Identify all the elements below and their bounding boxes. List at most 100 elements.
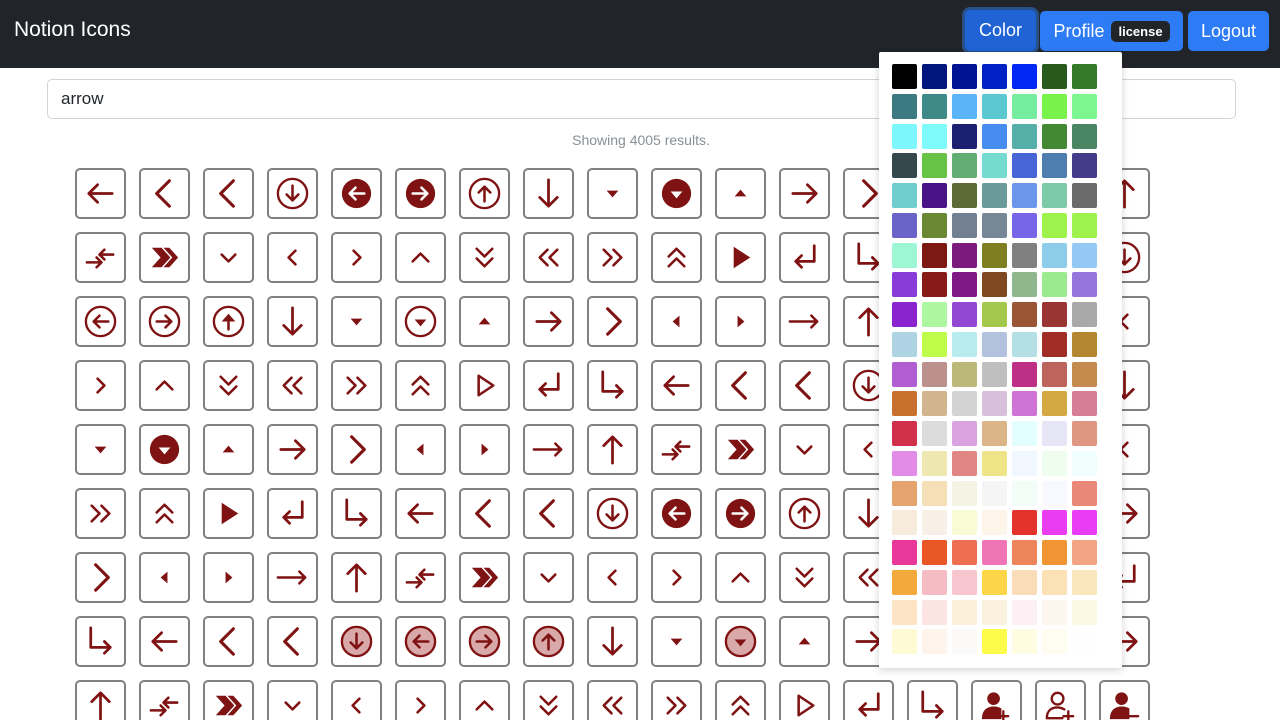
color-swatch[interactable] — [1012, 450, 1037, 476]
caret-down-icon-tile[interactable] — [587, 168, 638, 219]
color-swatch[interactable] — [952, 540, 977, 565]
chevron-right-small-icon-tile[interactable] — [331, 232, 382, 283]
chevron-double-down-icon-tile[interactable] — [203, 360, 254, 411]
caret-down-icon-tile[interactable] — [75, 424, 126, 475]
arrow-right-long-icon-tile[interactable] — [523, 424, 574, 475]
color-swatch[interactable] — [982, 153, 1007, 179]
color-swatch[interactable] — [952, 331, 977, 357]
color-swatch[interactable] — [892, 629, 917, 655]
chevron-left-thin-icon-tile[interactable] — [715, 360, 766, 411]
color-swatch[interactable] — [1012, 302, 1037, 327]
turn-down-right-icon-tile[interactable] — [331, 488, 382, 539]
arrow-right-circle-filled-icon-tile[interactable] — [715, 488, 766, 539]
color-swatch[interactable] — [1042, 272, 1067, 298]
caret-up-icon-tile[interactable] — [779, 616, 830, 667]
caret-left-icon-tile[interactable] — [395, 424, 446, 475]
color-swatch[interactable] — [922, 242, 947, 268]
arrow-up-icon-tile[interactable] — [75, 680, 126, 720]
color-swatch[interactable] — [892, 480, 917, 506]
caret-right-icon-tile[interactable] — [459, 424, 510, 475]
chevron-right-thin-icon-tile[interactable] — [75, 552, 126, 603]
color-swatch[interactable] — [922, 450, 947, 476]
color-swatch[interactable] — [1042, 302, 1067, 327]
arrow-right-circle-tinted-icon-tile[interactable] — [459, 616, 510, 667]
color-swatch[interactable] — [1042, 391, 1067, 417]
color-swatch[interactable] — [892, 302, 917, 327]
color-swatch[interactable] — [922, 93, 947, 119]
chevron-double-up-icon-tile[interactable] — [715, 680, 766, 720]
color-swatch[interactable] — [952, 153, 977, 179]
color-swatch[interactable] — [1012, 93, 1037, 119]
user-add-outline-icon-tile[interactable] — [1035, 680, 1086, 720]
color-swatch[interactable] — [1072, 93, 1097, 119]
color-swatch[interactable] — [1042, 93, 1067, 119]
color-swatch[interactable] — [982, 391, 1007, 417]
chevron-double-left-icon-tile[interactable] — [523, 232, 574, 283]
caret-down-icon-tile[interactable] — [331, 296, 382, 347]
caret-down-circle-icon-tile[interactable] — [395, 296, 446, 347]
chevron-double-right-icon-tile[interactable] — [331, 360, 382, 411]
arrows-exchange-icon-tile[interactable] — [395, 552, 446, 603]
color-swatch[interactable] — [1012, 212, 1037, 238]
color-swatch[interactable] — [982, 302, 1007, 327]
chevron-double-right-bold-icon-tile[interactable] — [203, 680, 254, 720]
arrow-up-icon-tile[interactable] — [587, 424, 638, 475]
caret-up-icon-tile[interactable] — [715, 168, 766, 219]
color-swatch[interactable] — [1042, 540, 1067, 565]
color-swatch[interactable] — [892, 510, 917, 536]
color-swatch[interactable] — [892, 331, 917, 357]
color-swatch[interactable] — [1072, 123, 1097, 149]
color-swatch[interactable] — [922, 629, 947, 655]
color-swatch[interactable] — [1042, 212, 1067, 238]
arrow-up-circle-icon-tile[interactable] — [779, 488, 830, 539]
turn-down-right-icon-tile[interactable] — [907, 680, 958, 720]
color-swatch[interactable] — [952, 599, 977, 625]
chevron-double-right-bold-icon-tile[interactable] — [715, 424, 766, 475]
color-swatch[interactable] — [1012, 183, 1037, 208]
color-swatch[interactable] — [952, 450, 977, 476]
color-swatch[interactable] — [982, 629, 1007, 655]
color-swatch[interactable] — [1012, 123, 1037, 149]
chevron-double-down-icon-tile[interactable] — [779, 552, 830, 603]
color-swatch[interactable] — [982, 93, 1007, 119]
color-swatch[interactable] — [1042, 480, 1067, 506]
color-swatch[interactable] — [922, 64, 947, 89]
color-swatch[interactable] — [1072, 569, 1097, 595]
arrows-exchange-icon-tile[interactable] — [75, 232, 126, 283]
color-swatch[interactable] — [1072, 183, 1097, 208]
chevron-double-right-icon-tile[interactable] — [651, 680, 702, 720]
chevron-left-thin-icon-tile[interactable] — [139, 168, 190, 219]
profile-button[interactable]: Profile license — [1040, 11, 1183, 51]
color-swatch[interactable] — [1042, 361, 1067, 387]
caret-up-icon-tile[interactable] — [459, 296, 510, 347]
return-left-icon-tile[interactable] — [267, 488, 318, 539]
chevron-double-up-icon-tile[interactable] — [139, 488, 190, 539]
color-swatch[interactable] — [922, 272, 947, 298]
color-swatch[interactable] — [952, 272, 977, 298]
color-swatch[interactable] — [952, 242, 977, 268]
color-swatch[interactable] — [892, 272, 917, 298]
caret-right-icon-tile[interactable] — [715, 296, 766, 347]
color-swatch[interactable] — [952, 480, 977, 506]
return-left-icon-tile[interactable] — [779, 232, 830, 283]
color-swatch[interactable] — [982, 450, 1007, 476]
arrow-down-circle-icon-tile[interactable] — [587, 488, 638, 539]
color-swatch[interactable] — [952, 421, 977, 446]
color-swatch[interactable] — [922, 361, 947, 387]
color-swatch[interactable] — [982, 123, 1007, 149]
app-title[interactable]: Notion Icons — [14, 18, 131, 42]
caret-right-icon-tile[interactable] — [203, 552, 254, 603]
color-swatch[interactable] — [1042, 510, 1067, 536]
color-swatch[interactable] — [982, 272, 1007, 298]
color-swatch[interactable] — [952, 64, 977, 89]
chevron-left-thin-icon-tile[interactable] — [459, 488, 510, 539]
chevron-up-small-icon-tile[interactable] — [139, 360, 190, 411]
arrow-left-circle-tinted-icon-tile[interactable] — [395, 616, 446, 667]
arrow-down-icon-tile[interactable] — [267, 296, 318, 347]
caret-down-circle-filled-icon-tile[interactable] — [139, 424, 190, 475]
color-swatch[interactable] — [982, 510, 1007, 536]
color-swatch[interactable] — [1072, 64, 1097, 89]
color-swatch[interactable] — [952, 361, 977, 387]
chevron-up-small-icon-tile[interactable] — [715, 552, 766, 603]
color-swatch[interactable] — [982, 331, 1007, 357]
